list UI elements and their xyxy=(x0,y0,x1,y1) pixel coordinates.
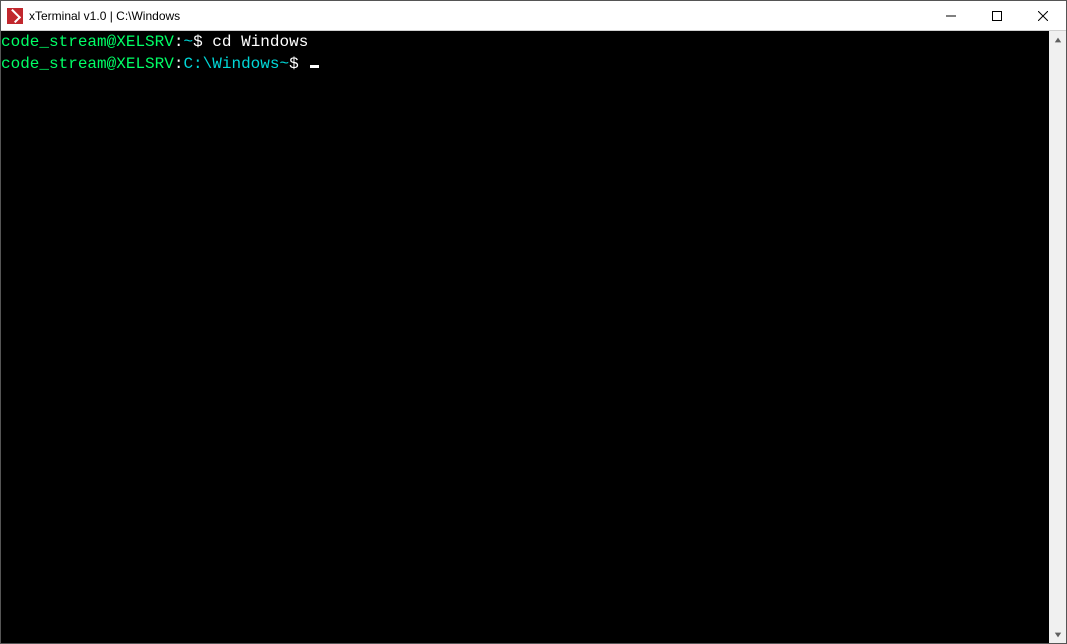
prompt-at: @ xyxy=(107,33,117,51)
prompt-symbol: $ xyxy=(193,33,203,51)
chevron-down-icon xyxy=(1054,631,1062,639)
window-title: xTerminal v1.0 | C:\Windows xyxy=(29,9,928,23)
prompt-colon: : xyxy=(174,55,184,73)
command-text xyxy=(299,55,309,73)
terminal-output[interactable]: code_stream@XELSRV:~$ cd Windowscode_str… xyxy=(1,31,1049,643)
cursor xyxy=(310,65,319,68)
prompt-at: @ xyxy=(107,55,117,73)
vertical-scrollbar[interactable] xyxy=(1049,31,1066,643)
client-area: code_stream@XELSRV:~$ cd Windowscode_str… xyxy=(1,31,1066,643)
prompt-user: code_stream xyxy=(1,33,107,51)
chevron-up-icon xyxy=(1054,36,1062,44)
minimize-button[interactable] xyxy=(928,1,974,30)
prompt-colon: : xyxy=(174,33,184,51)
scroll-down-button[interactable] xyxy=(1049,626,1066,643)
titlebar[interactable]: xTerminal v1.0 | C:\Windows xyxy=(1,1,1066,31)
command-text: cd Windows xyxy=(212,33,308,51)
terminal-line: code_stream@XELSRV:~$ cd Windows xyxy=(1,31,1049,53)
terminal-line: code_stream@XELSRV:C:\Windows~$ xyxy=(1,53,1049,75)
close-icon xyxy=(1038,11,1048,21)
minimize-icon xyxy=(946,11,956,21)
app-icon xyxy=(7,8,23,24)
prompt-host: XELSRV xyxy=(116,55,174,73)
app-window: xTerminal v1.0 | C:\Windows code_stream@… xyxy=(0,0,1067,644)
command-text xyxy=(203,33,213,51)
prompt-path: C:\Windows~ xyxy=(183,55,289,73)
maximize-button[interactable] xyxy=(974,1,1020,30)
prompt-path: ~ xyxy=(183,33,193,51)
scrollbar-track[interactable] xyxy=(1049,48,1066,626)
window-controls xyxy=(928,1,1066,30)
prompt-symbol: $ xyxy=(289,55,299,73)
prompt-user: code_stream xyxy=(1,55,107,73)
close-button[interactable] xyxy=(1020,1,1066,30)
scroll-up-button[interactable] xyxy=(1049,31,1066,48)
maximize-icon xyxy=(992,11,1002,21)
prompt-host: XELSRV xyxy=(116,33,174,51)
